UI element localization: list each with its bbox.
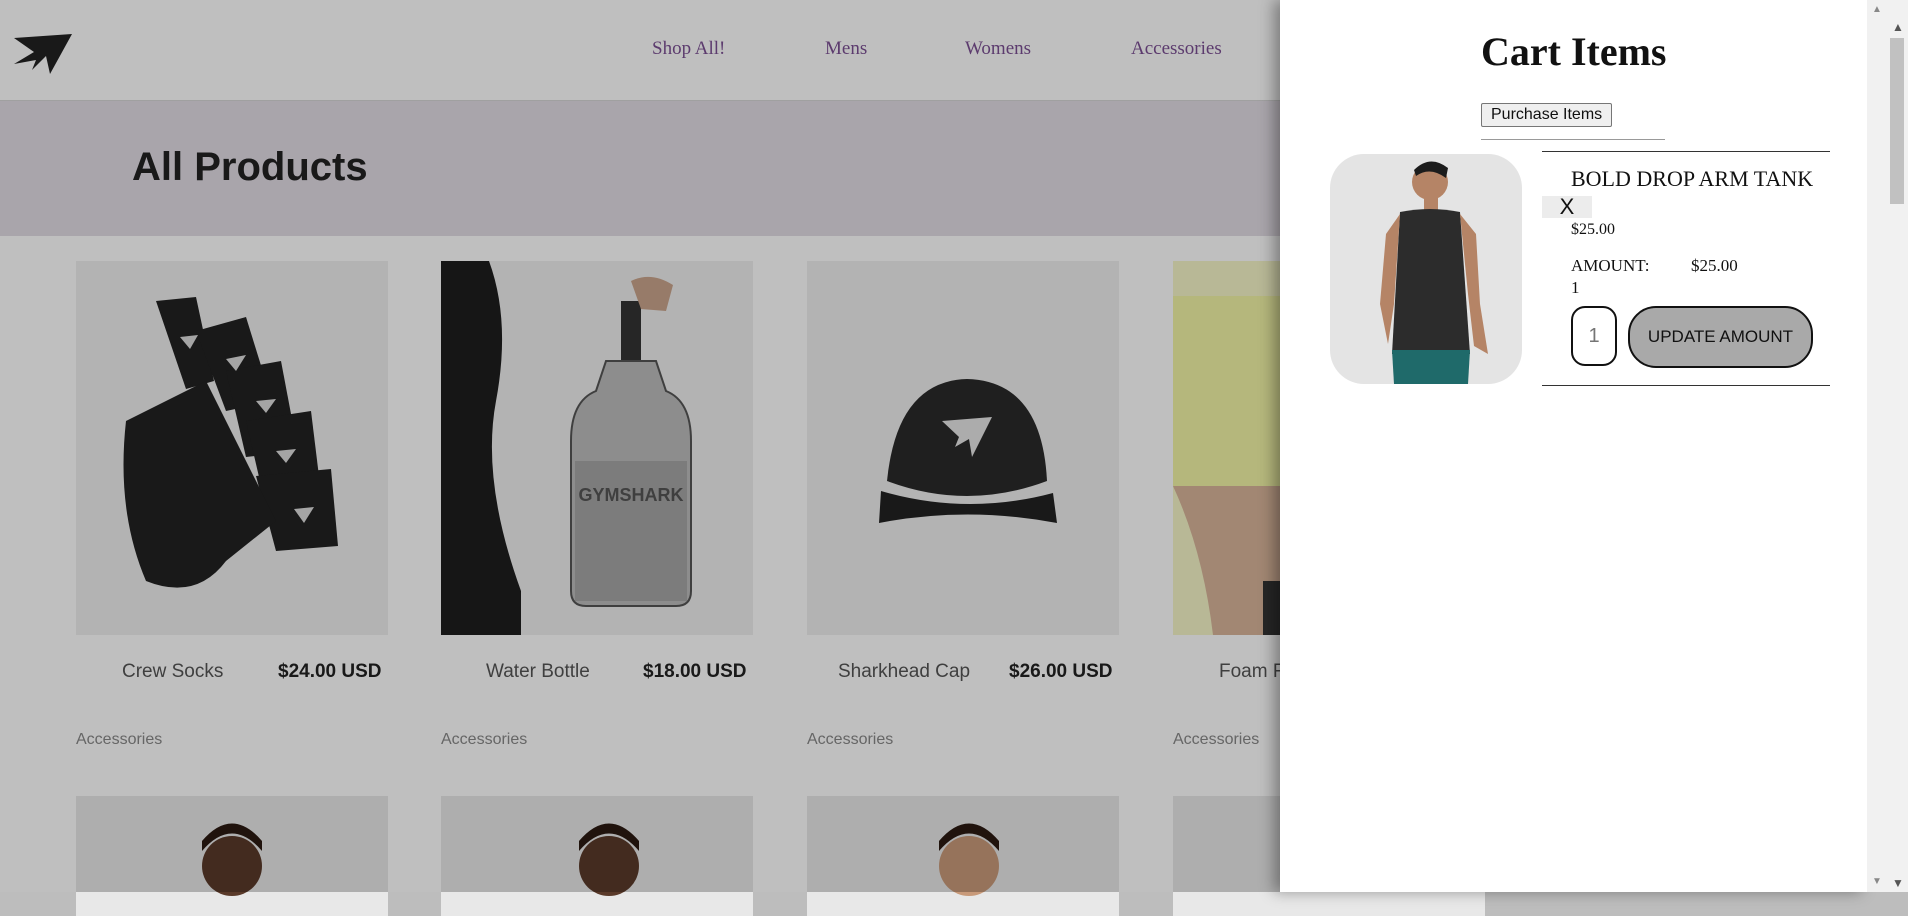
- purchase-items-button[interactable]: Purchase Items: [1481, 103, 1613, 127]
- modal-backdrop[interactable]: [0, 0, 1280, 892]
- remove-item-button[interactable]: X: [1542, 196, 1592, 218]
- scroll-down-icon[interactable]: ▼: [1872, 876, 1882, 887]
- quantity-text: 1: [1571, 278, 1580, 297]
- amount-value: $25.00: [1691, 256, 1738, 275]
- update-amount-button[interactable]: UPDATE AMOUNT: [1628, 306, 1813, 368]
- cart-item-name: BOLD DROP ARM TANK: [1571, 166, 1814, 191]
- divider: [1542, 385, 1830, 386]
- cart-item-image: [1330, 154, 1522, 384]
- divider: [1542, 151, 1830, 152]
- quantity-input[interactable]: [1571, 306, 1617, 366]
- scroll-up-icon[interactable]: ▲: [1872, 4, 1882, 15]
- scroll-up-icon[interactable]: ▲: [1892, 20, 1904, 34]
- scrollbar-thumb[interactable]: [1890, 38, 1904, 204]
- divider: [1481, 139, 1665, 140]
- scroll-down-icon[interactable]: ▼: [1892, 876, 1904, 890]
- cart-item-price: $25.00: [1571, 221, 1615, 238]
- amount-label: AMOUNT:: [1571, 256, 1650, 275]
- cart-drawer: Cart Items Purchase Items BOLD DROP ARM …: [1280, 0, 1867, 892]
- cart-title: Cart Items: [1481, 29, 1667, 74]
